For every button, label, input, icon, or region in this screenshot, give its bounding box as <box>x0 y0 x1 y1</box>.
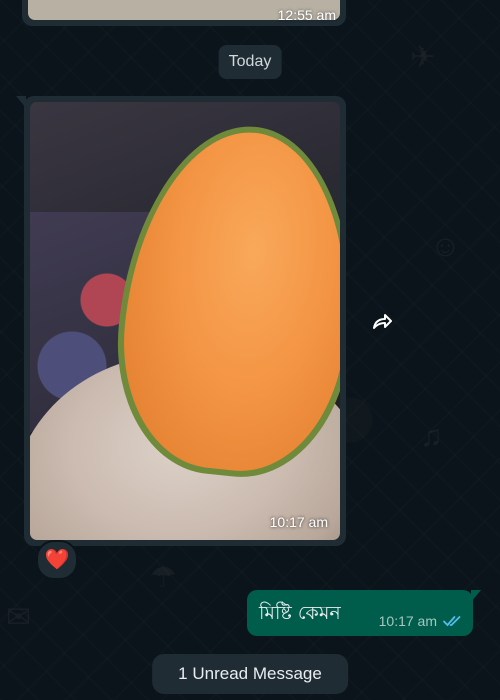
heart-reaction-icon: ❤️ <box>44 549 70 571</box>
message-time: 12:55 am <box>277 7 336 23</box>
unread-messages-banner: 1 Unread Message <box>152 654 348 694</box>
previous-image-message[interactable]: 12:55 am <box>22 0 346 26</box>
doodle-icon: ☂ <box>150 561 177 594</box>
doodle-icon: ♫ <box>420 420 443 453</box>
outgoing-message[interactable]: মিষ্টি কেমন 10:17 am <box>247 590 481 636</box>
image-message[interactable]: 10:17 am <box>16 96 346 546</box>
message-time: 10:17 am <box>378 613 437 629</box>
forward-icon <box>373 314 392 329</box>
message-meta: 10:17 am <box>379 613 463 629</box>
mango-photo[interactable]: 10:17 am <box>30 102 340 540</box>
doodle-icon: ☺ <box>430 230 461 263</box>
doodle-icon: ✉ <box>6 601 32 634</box>
double-check-read-icon <box>443 615 463 627</box>
message-text: মিষ্টি কেমন <box>259 602 341 624</box>
message-time: 10:17 am <box>269 514 328 530</box>
forward-button[interactable] <box>365 305 399 339</box>
date-separator: Today <box>218 45 282 79</box>
doodle-icon: ✈ <box>410 41 436 74</box>
reaction-badge[interactable]: ❤️ <box>36 540 78 580</box>
